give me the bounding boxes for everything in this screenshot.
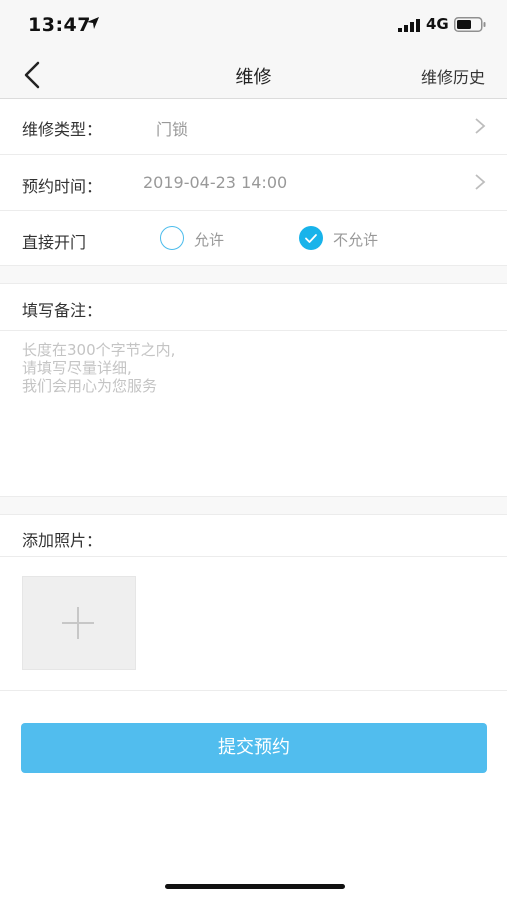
divider [0,556,507,557]
section-gap [0,266,507,283]
chevron-right-icon [475,174,486,190]
battery-icon [454,17,486,32]
disallow-radio[interactable] [299,226,323,250]
disallow-radio-label[interactable]: 不允许 [333,229,378,250]
location-arrow-icon [87,17,99,29]
photos-label: 添加照片： [22,531,103,550]
remarks-label: 填写备注： [22,301,103,320]
appointment-time-value: 2019-04-23 14:00 [143,173,288,192]
repair-type-value: 门锁 [156,120,189,139]
remarks-placeholder: 长度在300个字节之内, 请填写尽量详细, 我们会用心为您服务 [22,341,176,395]
appointment-time-label: 预约时间： [22,177,103,196]
network-type: 4G [426,15,449,33]
divider [0,690,507,691]
submit-appointment-button[interactable]: 提交预约 [21,723,487,773]
divider [0,514,507,515]
repair-history-button[interactable]: 维修历史 [421,64,485,88]
allow-radio[interactable] [160,226,184,250]
status-time: 13:47 [28,14,91,36]
allow-radio-label[interactable]: 允许 [194,229,224,250]
divider [0,210,507,211]
repair-type-label: 维修类型： [22,120,103,139]
home-indicator [165,884,345,889]
signal-icon [398,19,420,32]
chevron-right-icon [475,118,486,134]
checkmark-icon [305,234,317,243]
direct-open-label: 直接开门 [22,233,87,252]
divider [0,283,507,284]
plus-icon [77,607,79,639]
section-gap [0,497,507,514]
